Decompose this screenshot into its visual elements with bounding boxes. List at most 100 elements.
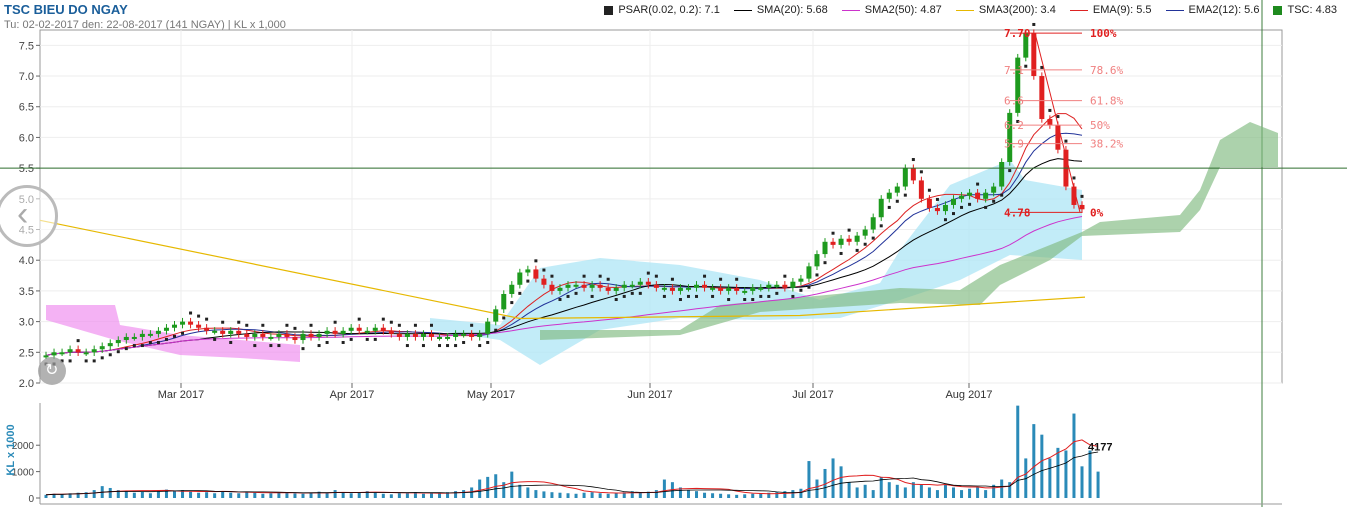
psar-dot (333, 320, 337, 324)
volume-bar (237, 493, 241, 498)
candle-body (171, 324, 177, 328)
candle-body (645, 281, 651, 285)
candle-body (629, 284, 635, 287)
volume-bar (903, 487, 907, 498)
psar-dot (622, 294, 626, 298)
psar-dot (156, 340, 160, 344)
candle-body (244, 333, 250, 337)
psar-dot (1080, 194, 1084, 198)
psar-dot (1008, 169, 1012, 173)
fib-pct-label: 100% (1090, 27, 1117, 40)
volume-bar (229, 492, 233, 498)
volume-bar (727, 494, 731, 498)
volume-bar (935, 490, 939, 498)
candle-body (549, 284, 555, 291)
psar-dot (405, 344, 409, 348)
psar-dot (630, 291, 634, 295)
volume-bar (1056, 447, 1060, 498)
psar-dot (124, 347, 128, 351)
volume-bar (775, 492, 779, 498)
psar-dot (164, 337, 168, 341)
psar-dot (751, 298, 755, 302)
psar-dot (534, 259, 538, 263)
candle-body (653, 284, 659, 288)
volume-bar (751, 493, 755, 498)
volume-bar (1096, 471, 1100, 498)
psar-dot (952, 212, 956, 216)
volume-bar (301, 493, 305, 498)
candle-body (115, 340, 121, 344)
volume-bar (124, 491, 128, 498)
volume-bar (743, 494, 747, 498)
volume-bar (349, 493, 353, 498)
volume-bar (695, 491, 699, 498)
volume-bar (1000, 479, 1004, 498)
volume-bar (269, 493, 273, 498)
volume-bar (871, 490, 875, 498)
volume-bar (221, 491, 225, 498)
psar-dot (285, 323, 289, 327)
candle-body (902, 168, 908, 187)
reset-icon[interactable]: ↻ (38, 357, 66, 385)
candle-body (758, 287, 764, 290)
candle-body (726, 287, 732, 291)
volume-bar (60, 494, 64, 498)
volume-bar (598, 493, 602, 498)
psar-dot (727, 298, 731, 302)
fib-pct-label: 50% (1090, 119, 1110, 132)
candle-body (637, 281, 643, 285)
candle-body (718, 287, 724, 291)
candle-body (509, 284, 515, 294)
candle-body (557, 287, 563, 291)
volume-bar (662, 479, 666, 498)
volume-bar (253, 492, 257, 498)
volume-bar (213, 493, 217, 498)
candle-body (445, 336, 451, 339)
psar-dot (646, 271, 650, 275)
candle-body (292, 336, 298, 341)
candle-body (308, 333, 314, 337)
psar-dot (421, 344, 425, 348)
volume-bar (510, 471, 514, 498)
volume-bar (148, 493, 152, 498)
candle-body (139, 333, 145, 337)
psar-dot (1048, 108, 1052, 112)
candle-body (332, 330, 338, 334)
volume-bar (421, 493, 425, 498)
psar-dot (943, 218, 947, 222)
psar-dot (189, 311, 193, 315)
candle-body (613, 287, 619, 291)
candle-body (1039, 76, 1045, 120)
psar-dot (566, 294, 570, 298)
psar-dot (686, 294, 690, 298)
candle-body (685, 287, 691, 290)
psar-dot (574, 291, 578, 295)
candle-body (252, 333, 258, 337)
candle-body (477, 333, 483, 337)
volume-bar (526, 487, 530, 498)
candle-body (59, 352, 65, 355)
volume-bar (189, 491, 193, 498)
volume-bar (855, 487, 859, 498)
psar-dot (662, 294, 666, 298)
volume-bar (839, 466, 843, 498)
price-tick-label: 3.5 (19, 286, 34, 298)
candle-body (75, 349, 81, 353)
candle-body (1047, 119, 1053, 126)
psar-dot (598, 274, 602, 278)
psar-dot (397, 323, 401, 327)
candle-body (188, 321, 194, 325)
candle-body (934, 208, 940, 212)
volume-bar (927, 487, 931, 498)
psar-dot (253, 344, 257, 348)
volume-bar (1064, 450, 1068, 498)
psar-dot (783, 274, 787, 278)
psar-dot (526, 279, 530, 283)
candle-body (268, 336, 274, 339)
psar-dot (855, 248, 859, 252)
psar-dot (719, 277, 723, 281)
volume-bar (719, 493, 723, 498)
candle-body (694, 284, 700, 288)
candle-body (348, 327, 354, 331)
candle-body (461, 333, 467, 336)
